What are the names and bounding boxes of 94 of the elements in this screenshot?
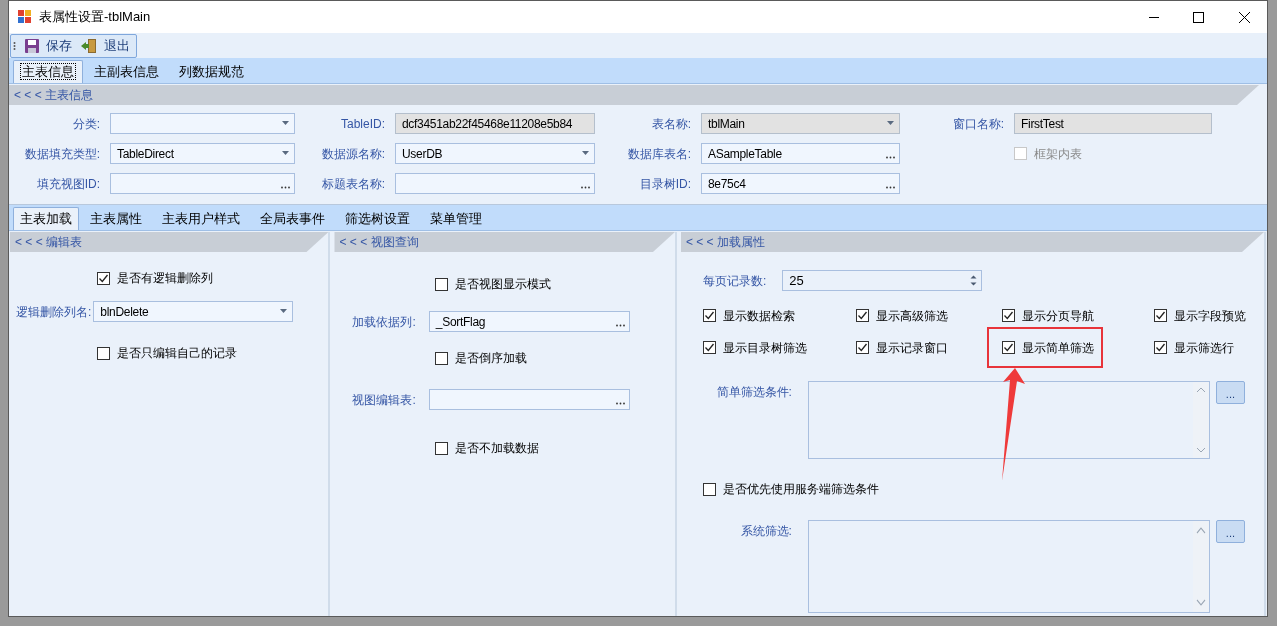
lookup-field[interactable] <box>428 389 630 410</box>
close-icon <box>1238 11 1250 23</box>
dropdown-field[interactable]: blnDelete <box>93 301 294 322</box>
ellipsis-icon <box>281 186 290 189</box>
ellipsis-icon <box>581 186 590 189</box>
tab[interactable]: 主副表信息 <box>85 60 168 83</box>
ellipsis-icon <box>615 324 625 327</box>
checkbox[interactable] <box>702 482 716 496</box>
toolbar-button[interactable]: 保存 <box>24 35 72 56</box>
toolbar-button[interactable]: 退出 <box>80 35 130 56</box>
field-label: 简单筛选条件: <box>715 384 792 401</box>
checkbox[interactable] <box>1153 341 1167 354</box>
field-label: 系统筛选: <box>739 523 792 540</box>
checkbox[interactable] <box>702 341 716 354</box>
checkbox[interactable] <box>97 346 110 360</box>
text-field[interactable]: FirstTest <box>1014 113 1212 134</box>
tab[interactable]: 列数据规范 <box>170 60 253 83</box>
lookup-field[interactable]: ASampleTable <box>701 143 900 164</box>
checkbox-label: 框架内表 <box>1034 145 1082 163</box>
app-icon <box>18 10 32 24</box>
checkbox-label: 是否倒序加载 <box>455 350 528 367</box>
dropdown-arrow-icon <box>280 309 289 314</box>
field-label: 窗口名称: <box>951 115 1004 133</box>
field-label: 视图编辑表: <box>352 391 416 409</box>
section-header: < < < 主表信息 <box>9 85 1259 105</box>
ellipsis-icon <box>886 186 895 189</box>
checkbox-label: 显示分页导航 <box>1021 307 1094 325</box>
checkbox-label: 显示筛选行 <box>1173 339 1234 357</box>
window-title: 表属性设置-tblMain <box>39 8 151 27</box>
checkbox-label: 显示简单筛选 <box>1021 339 1094 357</box>
dropdown-field[interactable]: tblMain <box>701 113 900 134</box>
lookup-field[interactable] <box>110 173 295 194</box>
lookup-field[interactable]: 8e75c4 <box>701 173 900 194</box>
tab[interactable]: 主表用户样式 <box>153 207 249 230</box>
field-label: TableID: <box>339 115 385 133</box>
checkbox-label: 显示高级筛选 <box>875 307 948 325</box>
checkbox[interactable] <box>1153 309 1167 322</box>
dropdown-field[interactable] <box>110 113 295 134</box>
checkbox-label: 显示记录窗口 <box>875 339 948 357</box>
lookup-field[interactable] <box>395 173 595 194</box>
checkbox-label: 显示数据检索 <box>722 307 795 325</box>
text-field[interactable]: dcf3451ab22f45468e11208e5b84 <box>395 113 595 134</box>
checkbox-label: 是否有逻辑删除列 <box>117 270 213 287</box>
grip-icon <box>13 40 16 51</box>
checkbox[interactable] <box>1001 309 1015 322</box>
field-label: 数据源名称: <box>320 145 385 163</box>
field-label: 表名称: <box>650 115 691 133</box>
dropdown-field[interactable]: TableDirect <box>110 143 295 164</box>
checkbox-label: 是否不加载数据 <box>455 440 540 457</box>
dropdown-arrow-icon <box>282 121 290 126</box>
dropdown-arrow-icon <box>282 151 290 156</box>
lookup-field[interactable]: _SortFlag <box>428 311 630 332</box>
checkbox-label: 是否只编辑自己的记录 <box>117 345 237 362</box>
checkbox-label: 显示目录树筛选 <box>722 339 807 357</box>
ellipsis-icon <box>886 156 895 159</box>
field-label: 标题表名称: <box>320 175 385 193</box>
checkbox-label: 是否优先使用服务端筛选条件 <box>722 481 879 498</box>
spin-arrows-icon <box>970 274 978 287</box>
checkbox-label: 是否视图显示模式 <box>455 276 552 293</box>
field-label: 目录树ID: <box>638 175 691 193</box>
checkbox[interactable] <box>855 309 869 322</box>
dropdown-arrow-icon <box>582 151 590 156</box>
spin-field[interactable]: 25 <box>782 270 983 291</box>
ellipsis-button[interactable]: ... <box>1215 381 1245 404</box>
field-label: 加载依据列: <box>352 313 416 331</box>
field-label: 填充视图ID: <box>35 175 100 193</box>
field-label: 数据库表名: <box>626 145 691 163</box>
checkbox[interactable] <box>1001 341 1015 354</box>
tab[interactable]: 菜单管理 <box>421 207 491 230</box>
tab[interactable]: 主表加载 <box>13 207 79 230</box>
field-label: 每页记录数: <box>702 272 767 290</box>
tab[interactable]: 全局表事件 <box>251 207 334 230</box>
checkbox[interactable] <box>435 441 449 455</box>
ellipsis-icon <box>615 402 625 405</box>
field-label: 分类: <box>71 115 100 133</box>
checkbox[interactable] <box>855 341 869 354</box>
field-label: 逻辑删除列名: <box>16 303 92 321</box>
tab[interactable]: 主表信息 <box>13 60 83 83</box>
dropdown-field[interactable]: UserDB <box>395 143 595 164</box>
maximize-icon <box>1193 11 1204 23</box>
door-icon <box>80 37 98 54</box>
checkbox[interactable] <box>435 277 449 291</box>
tab[interactable]: 筛选树设置 <box>336 207 419 230</box>
section-header: < < < 视图查询 <box>334 232 675 252</box>
ellipsis-button[interactable]: ... <box>1215 520 1245 543</box>
tab[interactable]: 主表属性 <box>81 207 151 230</box>
section-header: < < < 编辑表 <box>10 232 329 252</box>
checkbox[interactable] <box>702 309 716 322</box>
checkbox[interactable] <box>97 271 110 285</box>
checkbox-label: 显示字段预览 <box>1173 307 1246 325</box>
section-header: < < < 加载属性 <box>680 232 1264 252</box>
checkbox[interactable] <box>435 351 449 365</box>
dropdown-arrow-icon <box>887 121 895 126</box>
field-label: 数据填充类型: <box>23 145 100 163</box>
